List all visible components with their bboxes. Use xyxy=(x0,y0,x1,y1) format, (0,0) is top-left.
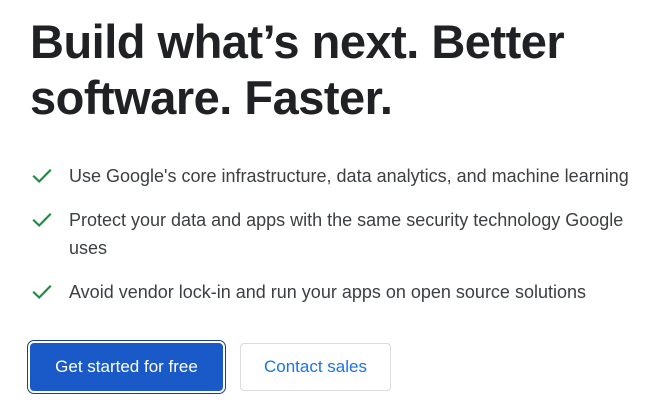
feature-text: Protect your data and apps with the same… xyxy=(69,210,624,258)
cta-group: Get started for free Contact sales xyxy=(30,343,391,391)
feature-list: Use Google's core infrastructure, data a… xyxy=(30,162,650,306)
hero-headline: Build what’s next. Better software. Fast… xyxy=(30,15,565,124)
hero-section: Build what’s next. Better software. Fast… xyxy=(30,14,650,391)
feature-item-open-source: Avoid vendor lock-in and run your apps o… xyxy=(30,278,650,306)
check-icon xyxy=(32,212,52,228)
feature-text: Avoid vendor lock-in and run your apps o… xyxy=(69,282,586,302)
contact-sales-button[interactable]: Contact sales xyxy=(240,343,391,391)
check-icon xyxy=(32,284,52,300)
get-started-button[interactable]: Get started for free xyxy=(30,343,223,391)
feature-item-infrastructure: Use Google's core infrastructure, data a… xyxy=(30,162,650,190)
feature-text: Use Google's core infrastructure, data a… xyxy=(69,166,629,186)
check-icon xyxy=(32,168,52,184)
feature-item-security: Protect your data and apps with the same… xyxy=(30,206,650,262)
